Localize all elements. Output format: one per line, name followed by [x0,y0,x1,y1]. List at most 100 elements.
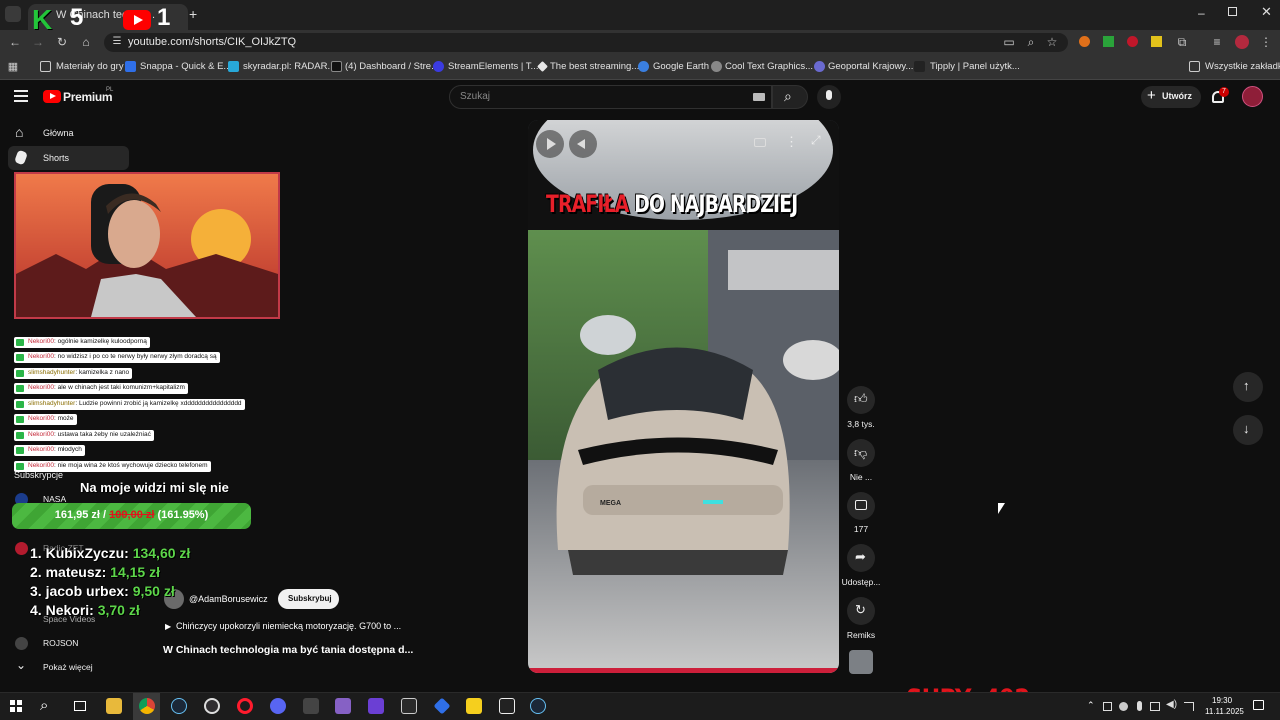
bookmark-item[interactable]: (4) Dashboard / Stre... [345,61,439,72]
plus-icon: + [1147,87,1156,104]
account-avatar[interactable] [1242,86,1263,107]
remix-icon: ↻ [855,602,866,617]
like-count: 3,8 tys. [847,419,875,429]
reload-icon[interactable]: ↻ [55,35,69,49]
youtube-logo-icon[interactable] [43,90,61,103]
bookmark-star-icon[interactable]: ☆ [1045,35,1059,49]
bookmark-item[interactable]: Google Earth [653,61,709,72]
donor-row: 1. KubixZyczu: 134,60 zł [30,545,190,561]
zoom-icon[interactable]: ⌕ [1024,35,1038,49]
subscribe-button[interactable]: Subskrybuj [278,589,339,609]
tray-icon[interactable] [1150,702,1160,711]
previous-short-button[interactable]: ↑ [1233,372,1263,402]
home-icon[interactable]: ⌂ [79,35,93,49]
search-input[interactable] [449,85,772,109]
window-minimize-button[interactable]: – [1198,6,1205,20]
chat-username: Nekori00 [28,462,55,469]
bookmark-item[interactable]: Materiały do gry [56,61,124,72]
notifications-button[interactable]: 7 [1210,87,1229,106]
mic-icon[interactable] [1137,701,1142,711]
bookmark-item[interactable]: The best streaming... [550,61,639,72]
sidebar-subscription-item[interactable]: ROJSON [43,638,78,648]
volume-icon[interactable]: ◀) [1166,699,1177,710]
tab-search-button[interactable] [5,6,21,22]
search-button[interactable]: ⌕ [772,85,808,109]
window-restore-button[interactable] [1228,7,1237,16]
window-close-button[interactable]: ✕ [1261,4,1272,20]
site-info-icon[interactable]: ☰ [110,35,124,49]
obs-icon[interactable] [204,698,220,714]
keyboard-icon[interactable] [753,93,765,101]
bookmark-item[interactable]: Cool Text Graphics... [725,61,813,72]
back-arrow-icon[interactable]: ← [8,35,22,49]
fullscreen-icon[interactable]: ⤢ [811,133,821,148]
dislike-label: Nie ... [849,472,873,482]
app-icon[interactable] [499,698,515,714]
new-tab-button[interactable]: + [189,6,197,22]
share-button[interactable]: ➦ [847,544,875,572]
steam-icon[interactable] [530,698,546,714]
show-more-link[interactable]: Pokaż więcej [43,662,93,672]
bookmark-item[interactable]: Geoportal Krajowy... [828,61,913,72]
start-button[interactable] [10,700,22,712]
captions-icon[interactable] [754,138,766,147]
forward-arrow-icon[interactable]: → [31,35,45,49]
tray-icon[interactable] [1103,702,1112,711]
tray-icon[interactable] [1119,702,1128,711]
bookmark-item[interactable]: Tipply | Panel użytk... [930,61,1020,72]
dislike-button[interactable]: 👎︎ [847,439,875,467]
cast-icon[interactable]: ▭ [1002,35,1016,49]
next-short-button[interactable]: ↓ [1233,415,1263,445]
donor-name: jacob urbex: [45,583,129,599]
like-button[interactable]: 👍︎ [847,386,875,414]
chrome-icon[interactable] [139,698,155,714]
remix-button[interactable]: ↻ [847,597,875,625]
goal-title: Na moje widzi mi slę nie [80,480,229,495]
opera-icon[interactable] [237,698,253,714]
steam-icon[interactable] [171,698,187,714]
bookmark-item[interactable]: skyradar.pl: RADAR... [243,61,335,72]
caption-banner: TRAFIŁA DO NAJBARDZIEJ [546,190,798,218]
network-icon[interactable] [1184,702,1194,711]
tray-chevron-icon[interactable]: ⌃ [1087,700,1095,711]
extension-icon[interactable] [1127,36,1138,47]
search-icon[interactable]: ⌕ [40,697,48,714]
clock-date[interactable]: 11.11.2025 [1205,707,1244,716]
channel-name[interactable]: @AdamBorusewicz [189,594,268,604]
all-bookmarks[interactable]: Wszystkie zakładki [1205,61,1280,72]
extension-icon[interactable] [1103,36,1114,47]
task-view-icon[interactable] [74,701,86,711]
donor-amount: 134,60 zł [132,545,191,561]
media-control-icon[interactable]: ≡ [1210,35,1224,49]
extension-icon[interactable] [1079,36,1090,47]
voice-search-button[interactable] [817,85,841,109]
search-placeholder: Szukaj [460,91,491,102]
sticky-notes-icon[interactable] [466,698,482,714]
app-icon[interactable] [303,698,319,714]
extension-icon[interactable] [1151,36,1162,47]
menu-dots-icon[interactable]: ⋮ [1259,35,1273,49]
sound-thumbnail[interactable] [849,650,873,674]
clock-time[interactable]: 19:30 [1212,696,1232,705]
epic-games-icon[interactable] [401,698,417,714]
create-button[interactable]: + Utwórz [1141,86,1201,108]
bookmark-item[interactable]: Snappa - Quick & E... [140,61,231,72]
visual-studio-icon[interactable] [335,698,351,714]
video-title[interactable]: W Chinach technologia ma być tania dostę… [163,644,413,656]
profile-avatar[interactable] [1235,35,1249,49]
comments-button[interactable] [847,492,875,520]
apps-grid-icon[interactable]: ▦ [6,60,20,74]
play-button[interactable] [536,130,564,158]
video-tagline[interactable]: Chińczycy upokorzyli niemiecką motoryzac… [176,621,401,631]
puzzle-icon[interactable]: ⧉ [1175,35,1189,49]
app-icon[interactable] [368,698,384,714]
discord-icon[interactable] [270,698,286,714]
notification-center-icon[interactable] [1253,700,1264,710]
short-video-player[interactable]: TRAFIŁA DO NAJBARDZIEJ MEGA ⋮ ⤢ [528,120,839,673]
file-explorer-icon[interactable] [106,698,122,714]
kick-badge-icon [16,339,24,346]
hamburger-menu-icon[interactable] [14,90,28,102]
more-options-icon[interactable]: ⋮ [785,134,798,150]
volume-button[interactable] [569,130,597,158]
bookmark-item[interactable]: StreamElements | T... [448,61,538,72]
